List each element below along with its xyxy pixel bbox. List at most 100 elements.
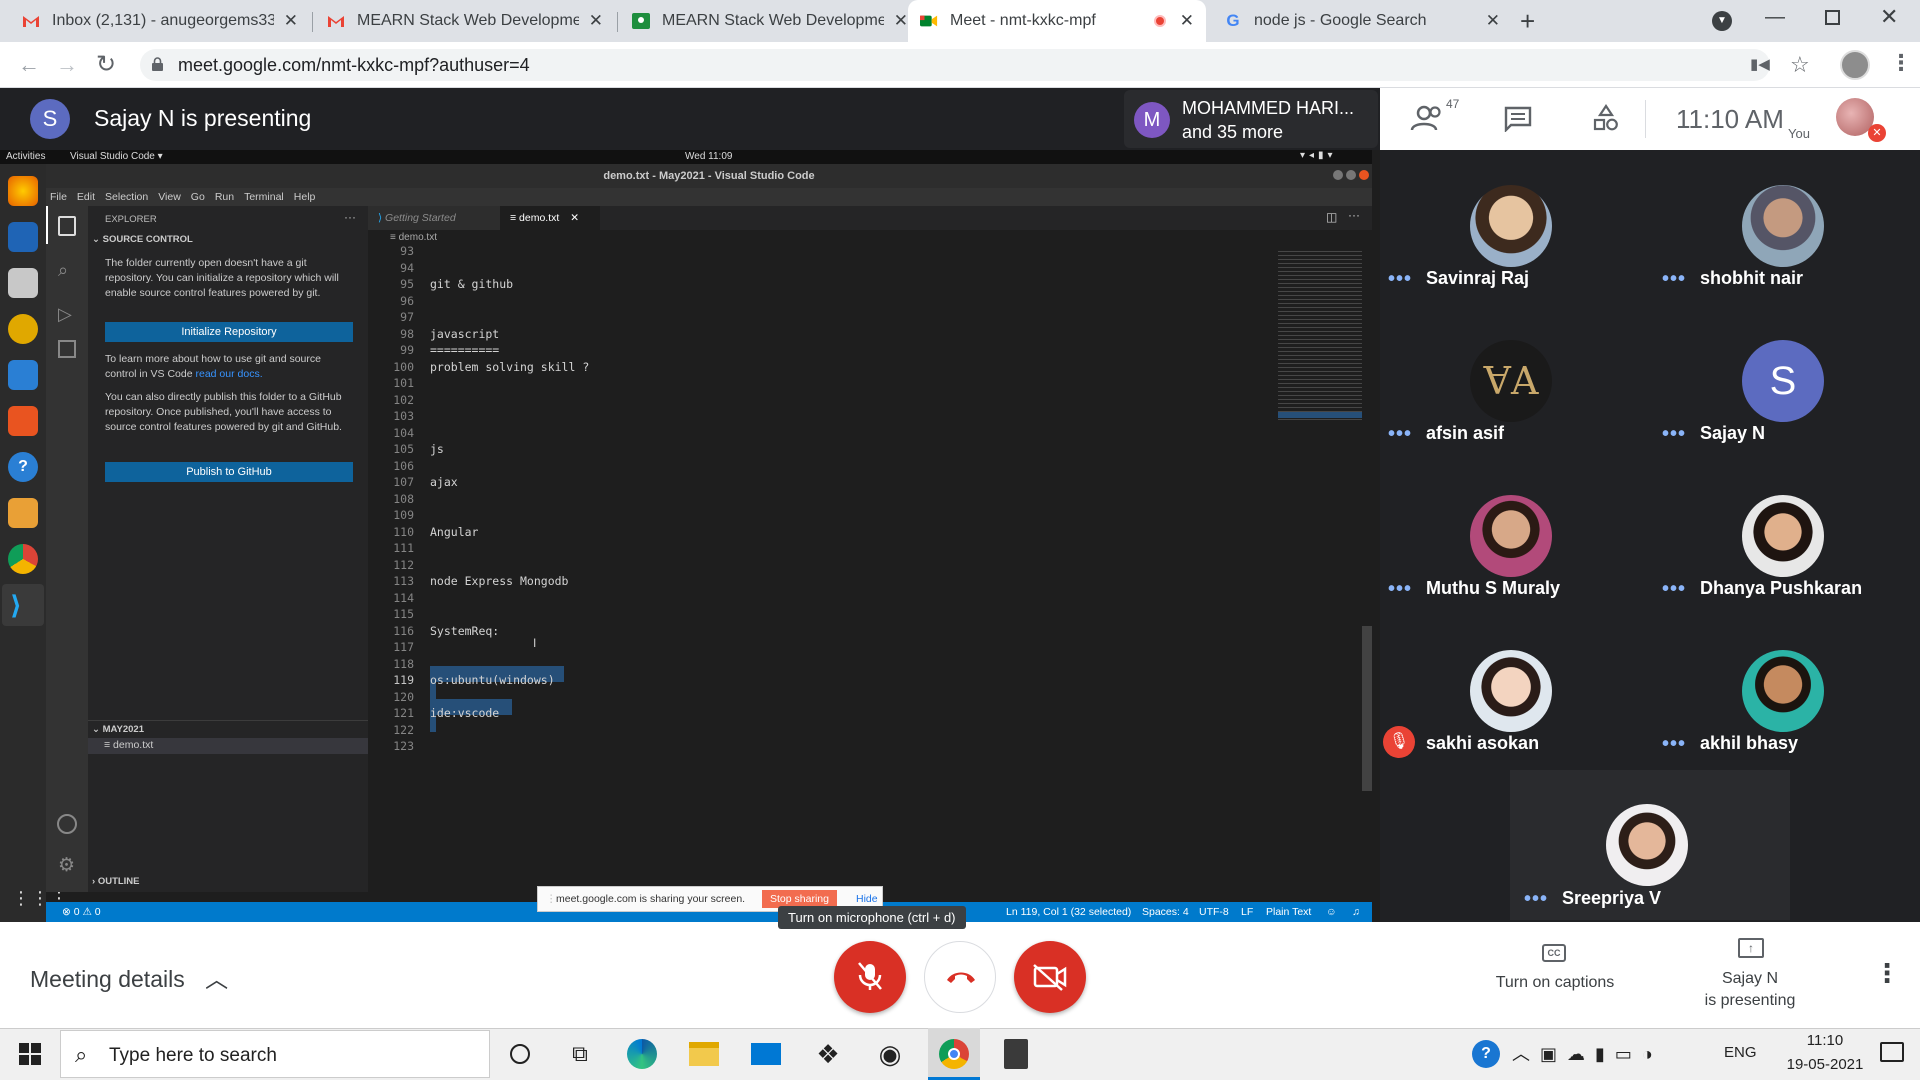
captions-button[interactable]: CC Turn on captions bbox=[1460, 936, 1650, 1016]
code-editor[interactable]: 93 94 95 git & github 96 97 98 javascript 99 ====… bbox=[368, 246, 1372, 892]
close-tab-icon[interactable]: ✕ bbox=[589, 11, 603, 31]
menu-help[interactable]: Help bbox=[294, 188, 316, 206]
close-tab-icon[interactable]: ✕ bbox=[284, 11, 298, 31]
archive-icon[interactable] bbox=[8, 498, 38, 528]
task-view-icon[interactable]: ⧉ bbox=[562, 1036, 598, 1072]
restore-window-button[interactable] bbox=[1825, 10, 1840, 25]
tab-getting-started[interactable]: ⟩ Getting Started bbox=[368, 206, 500, 230]
more-options-icon[interactable]: ⋮ bbox=[1874, 958, 1900, 989]
app-menu[interactable]: Visual Studio Code ▾ bbox=[70, 151, 163, 162]
camera-toggle-button[interactable] bbox=[1014, 941, 1086, 1013]
profile-avatar[interactable] bbox=[1840, 50, 1870, 80]
app-icon[interactable]: ◉ bbox=[872, 1036, 908, 1072]
help-icon[interactable]: ? bbox=[8, 452, 38, 482]
menu-view[interactable]: View bbox=[158, 188, 181, 206]
maximize-icon[interactable] bbox=[1346, 170, 1356, 180]
indentation[interactable]: Spaces: 4 bbox=[1142, 902, 1189, 922]
cortana-icon[interactable] bbox=[502, 1036, 538, 1072]
taskbar-date[interactable]: 19-05-2021 bbox=[1780, 1056, 1870, 1073]
help-tray-icon[interactable]: ? bbox=[1472, 1040, 1500, 1068]
manage-gear-icon[interactable]: ⚙ bbox=[58, 854, 75, 877]
dropbox-icon[interactable]: ❖ bbox=[810, 1036, 846, 1072]
cursor-position[interactable]: Ln 119, Col 1 (32 selected) bbox=[1006, 902, 1131, 922]
read-docs-link[interactable]: read our docs. bbox=[195, 368, 262, 380]
browser-tab-google-search[interactable]: G node js - Google Search ✕ bbox=[1212, 0, 1512, 42]
windows-start-icon[interactable] bbox=[12, 1036, 48, 1072]
writer-icon[interactable] bbox=[8, 360, 38, 390]
more-options-icon[interactable]: ••• bbox=[1388, 268, 1412, 291]
tab-search-icon[interactable]: ▼ bbox=[1712, 11, 1732, 31]
source-control-section[interactable]: ⌄ SOURCE CONTROL bbox=[92, 234, 193, 245]
outline-section[interactable]: › OUTLINE bbox=[92, 876, 140, 887]
omnibox[interactable]: meet.google.com/nmt-kxkc-mpf?authuser=4 … bbox=[140, 49, 1770, 81]
notifications-bell-icon[interactable]: ♫ bbox=[1352, 902, 1360, 922]
menu-run[interactable]: Run bbox=[215, 188, 234, 206]
rhythmbox-icon[interactable] bbox=[8, 314, 38, 344]
edge-icon[interactable] bbox=[624, 1036, 660, 1072]
close-icon[interactable] bbox=[1359, 170, 1369, 180]
firefox-icon[interactable] bbox=[8, 176, 38, 206]
minimize-window-button[interactable]: — bbox=[1765, 6, 1785, 29]
chrome-icon[interactable] bbox=[8, 544, 38, 574]
minimize-icon[interactable] bbox=[1333, 170, 1343, 180]
drag-handle-icon[interactable]: ⋮ bbox=[546, 893, 557, 905]
leave-call-button[interactable] bbox=[924, 941, 996, 1013]
search-icon[interactable]: ⌕ bbox=[58, 260, 68, 281]
calculator-icon[interactable] bbox=[998, 1036, 1034, 1072]
input-language[interactable]: ENG bbox=[1724, 1044, 1757, 1061]
editor-more-icon[interactable]: ··· bbox=[1348, 208, 1360, 222]
system-tray-icon[interactable]: ▾◂▮▾ bbox=[1300, 150, 1337, 161]
software-icon[interactable] bbox=[8, 406, 38, 436]
close-tab-icon[interactable]: ✕ bbox=[1486, 11, 1500, 31]
more-options-icon[interactable]: ••• bbox=[1662, 578, 1686, 601]
pinned-participant-card[interactable]: M MOHAMMED HARI... and 35 more bbox=[1124, 90, 1378, 148]
menu-edit[interactable]: Edit bbox=[77, 188, 95, 206]
close-tab-icon[interactable]: ✕ bbox=[894, 11, 908, 31]
files-icon[interactable] bbox=[8, 268, 38, 298]
taskbar-search-box[interactable]: ⌕ Type here to search bbox=[60, 1030, 490, 1078]
feedback-icon[interactable]: ☺ bbox=[1326, 902, 1337, 922]
bookmark-star-icon[interactable]: ☆ bbox=[1790, 52, 1810, 78]
publish-to-github-button[interactable]: Publish to GitHub bbox=[105, 462, 353, 482]
new-tab-button[interactable]: + bbox=[1520, 6, 1535, 37]
close-tab-icon[interactable]: ✕ bbox=[570, 212, 579, 224]
file-name[interactable]: ≡ demo.txt bbox=[104, 739, 153, 751]
more-options-icon[interactable]: ••• bbox=[1524, 888, 1548, 911]
folder-section[interactable]: ⌄ MAY2021 bbox=[92, 724, 144, 735]
meeting-details-button[interactable]: Meeting details ︿ bbox=[30, 960, 228, 994]
tab-demo-txt[interactable]: ≡ demo.txt ✕ bbox=[500, 206, 600, 230]
more-options-icon[interactable]: ••• bbox=[1388, 578, 1412, 601]
vscode-icon[interactable]: ⟩ bbox=[10, 590, 22, 621]
extensions-icon[interactable] bbox=[58, 340, 76, 358]
presentation-button[interactable]: ↑ Sajay N is presenting bbox=[1670, 932, 1830, 1022]
chat-icon[interactable] bbox=[1504, 106, 1532, 133]
close-window-button[interactable]: ✕ bbox=[1880, 4, 1898, 30]
action-center-icon[interactable] bbox=[1880, 1042, 1904, 1062]
explorer-icon[interactable] bbox=[58, 216, 76, 236]
file-explorer-icon[interactable] bbox=[686, 1036, 722, 1072]
split-editor-icon[interactable]: ◫ bbox=[1326, 210, 1337, 224]
more-options-icon[interactable]: ••• bbox=[1662, 733, 1686, 756]
browser-tab-gmail[interactable]: Inbox (2,131) - anugeorgems333 ✕ bbox=[10, 0, 310, 42]
minimap[interactable] bbox=[1278, 248, 1362, 420]
menu-selection[interactable]: Selection bbox=[105, 188, 148, 206]
browser-tab-classroom[interactable]: MEARN Stack Web Development ✕ bbox=[620, 0, 920, 42]
encoding[interactable]: UTF-8 bbox=[1199, 902, 1229, 922]
browser-tab-meet[interactable]: Meet - nmt-kxkc-mpf ✕ bbox=[908, 0, 1206, 42]
system-tray-icons[interactable]: ︿▣☁▮▭◑ bbox=[1512, 1040, 1663, 1066]
close-tab-icon[interactable]: ✕ bbox=[1180, 11, 1194, 31]
camera-blocked-icon[interactable]: ▮◀ bbox=[1750, 55, 1770, 73]
more-options-icon[interactable]: ••• bbox=[1662, 268, 1686, 291]
mail-icon[interactable] bbox=[748, 1036, 784, 1072]
line-ending[interactable]: LF bbox=[1241, 902, 1253, 922]
language-mode[interactable]: Plain Text bbox=[1266, 902, 1311, 922]
run-debug-icon[interactable]: ▷ bbox=[58, 304, 72, 325]
back-button[interactable]: ← bbox=[18, 52, 40, 78]
people-icon[interactable] bbox=[1410, 102, 1450, 134]
taskbar-clock[interactable]: 11:10 bbox=[1780, 1032, 1870, 1049]
menu-terminal[interactable]: Terminal bbox=[244, 188, 284, 206]
menu-file[interactable]: File bbox=[50, 188, 67, 206]
scrollbar-thumb[interactable] bbox=[1362, 626, 1372, 791]
forward-button[interactable]: → bbox=[56, 52, 78, 78]
thunderbird-icon[interactable] bbox=[8, 222, 38, 252]
